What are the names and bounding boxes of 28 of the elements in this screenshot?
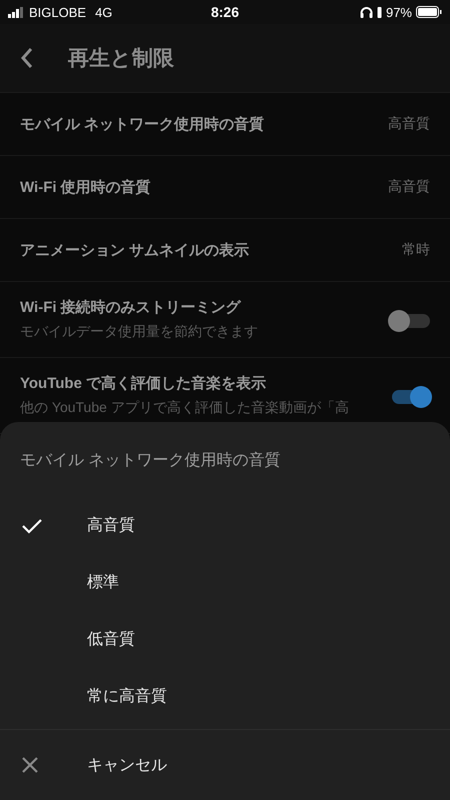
cancel-button[interactable]: キャンセル	[0, 730, 450, 800]
setting-value: 常時	[402, 241, 430, 259]
setting-label: Wi-Fi 使用時の音質	[20, 178, 152, 196]
clock-time: 8:26	[210, 4, 240, 20]
signal-icon	[8, 6, 24, 18]
setting-label: YouTube で高く評価した音楽を表示	[20, 374, 268, 393]
quality-option[interactable]: 低音質	[0, 611, 450, 668]
setting-description: モバイルデータ使用量を節約できます	[20, 323, 259, 341]
back-icon	[20, 46, 34, 70]
setting-value: 高音質	[388, 115, 430, 133]
sheet-title: モバイル ネットワーク使用時の音質	[19, 450, 282, 471]
carrier-name: BIGLOBE	[29, 4, 86, 20]
headphones-icon	[360, 6, 373, 18]
setting-description: 他の YouTube アプリで高く評価した音楽動画が「高	[20, 399, 350, 417]
quality-option[interactable]: 常に高音質	[0, 668, 450, 725]
close-icon	[20, 755, 40, 775]
page-title: 再生と制限	[68, 46, 174, 72]
setting-value: 高音質	[388, 178, 430, 196]
quality-option[interactable]: 高音質	[0, 497, 450, 554]
network-type: 4G	[95, 4, 112, 20]
setting-label: Wi-Fi 接続時のみストリーミング	[20, 298, 242, 317]
setting-label: アニメーション サムネイルの表示	[20, 240, 250, 260]
orientation-lock-icon	[376, 6, 382, 18]
toggle-switch[interactable]	[388, 310, 430, 330]
quality-option[interactable]: 標準	[0, 554, 450, 611]
battery-percent: 97%	[386, 4, 412, 20]
battery-icon	[416, 6, 442, 18]
setting-label: モバイル ネットワーク使用時の音質	[20, 114, 266, 134]
